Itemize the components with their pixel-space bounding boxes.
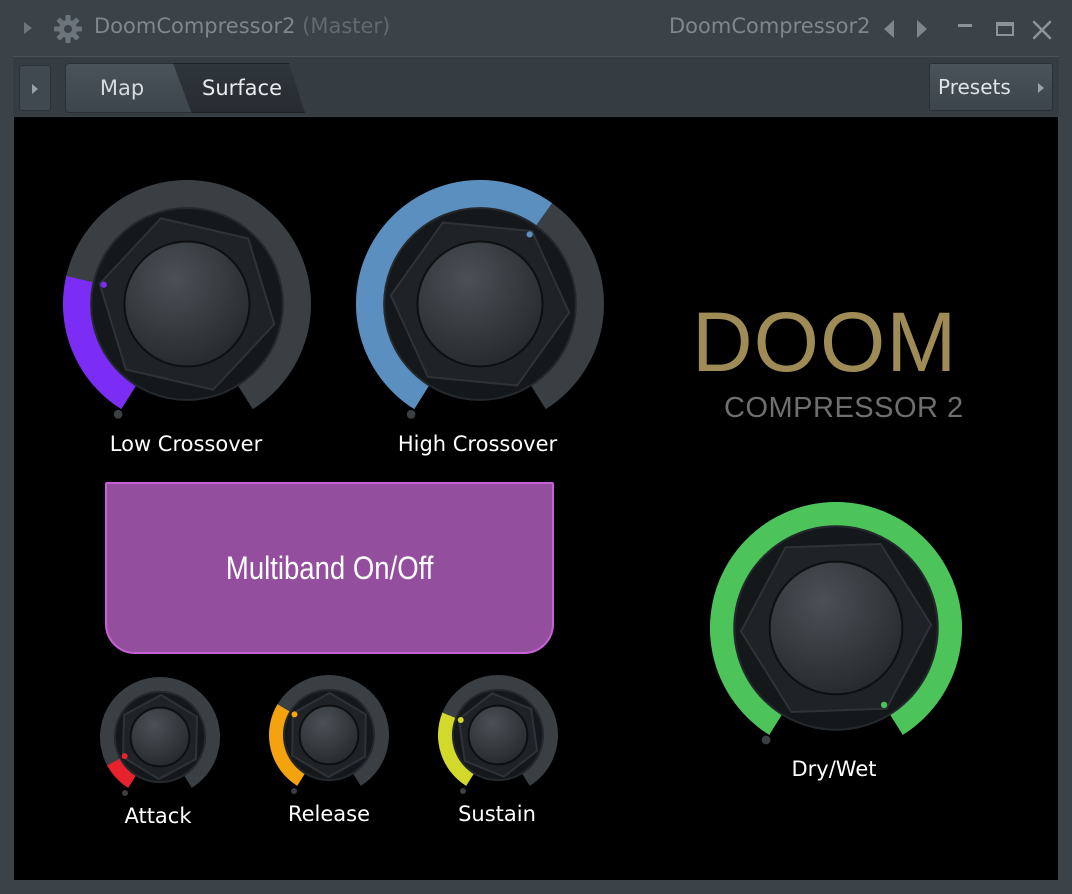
knob-start-marker <box>460 787 467 794</box>
release-knob[interactable] <box>266 672 392 798</box>
knob-start-marker <box>291 787 298 794</box>
knob-cap <box>467 704 529 766</box>
sustain-knob[interactable] <box>435 672 561 798</box>
knob-cap <box>123 240 251 368</box>
tab-surface[interactable]: Surface <box>173 63 305 113</box>
multiband-toggle-button[interactable]: Multiband On/Off <box>105 482 554 654</box>
knob-indicator <box>291 711 298 718</box>
high-crossover-knob[interactable] <box>349 173 611 435</box>
plugin-toolbar: Map Surface Presets <box>13 56 1059 116</box>
knob-indicator <box>526 231 533 238</box>
knob-indicator <box>880 701 888 709</box>
title-bar: DoomCompressor2 (Master) DoomCompressor2 <box>0 0 1072 56</box>
knob-start-marker <box>122 789 129 796</box>
attack-knob[interactable] <box>97 674 223 800</box>
window-title: DoomCompressor2 (Master) <box>94 14 390 38</box>
mixer-track-name: (Master) <box>302 14 391 38</box>
tab-map[interactable]: Map <box>65 63 193 113</box>
presets-button[interactable]: Presets <box>929 63 1053 111</box>
knob-start-marker <box>761 735 771 745</box>
release-label: Release <box>287 802 371 826</box>
low-crossover-knob[interactable] <box>56 173 318 435</box>
knob-cap <box>768 560 904 696</box>
plugin-name: DoomCompressor2 <box>94 14 296 38</box>
knob-indicator <box>121 753 128 760</box>
knob-indicator <box>457 717 464 724</box>
sidebar-toggle-button[interactable] <box>19 65 51 111</box>
knob-indicator <box>100 281 107 288</box>
high-crossover-label: High Crossover <box>397 432 558 456</box>
dry-wet-label: Dry/Wet <box>791 757 877 781</box>
gear-icon[interactable] <box>52 13 84 45</box>
next-preset-icon[interactable] <box>917 20 927 38</box>
expand-arrow-icon[interactable] <box>24 22 32 34</box>
knob-cap <box>298 704 360 766</box>
knob-cap <box>416 240 544 368</box>
knob-start-marker <box>406 409 416 419</box>
maximize-icon[interactable] <box>996 22 1014 36</box>
knob-start-marker <box>113 409 123 419</box>
minimize-icon[interactable] <box>958 24 972 27</box>
attack-label: Attack <box>124 804 192 828</box>
previous-preset-icon[interactable] <box>884 20 894 38</box>
multiband-label: Multiband On/Off <box>225 549 434 586</box>
low-crossover-label: Low Crossover <box>109 432 263 456</box>
brand-subtitle: COMPRESSOR 2 <box>724 392 964 424</box>
brand-title: DOOM <box>692 295 958 389</box>
preset-plugin-name[interactable]: DoomCompressor2 <box>669 14 870 38</box>
sustain-label: Sustain <box>458 802 536 826</box>
knob-cap <box>129 706 191 768</box>
dry-wet-knob[interactable] <box>704 496 968 760</box>
close-icon[interactable] <box>1030 18 1054 42</box>
